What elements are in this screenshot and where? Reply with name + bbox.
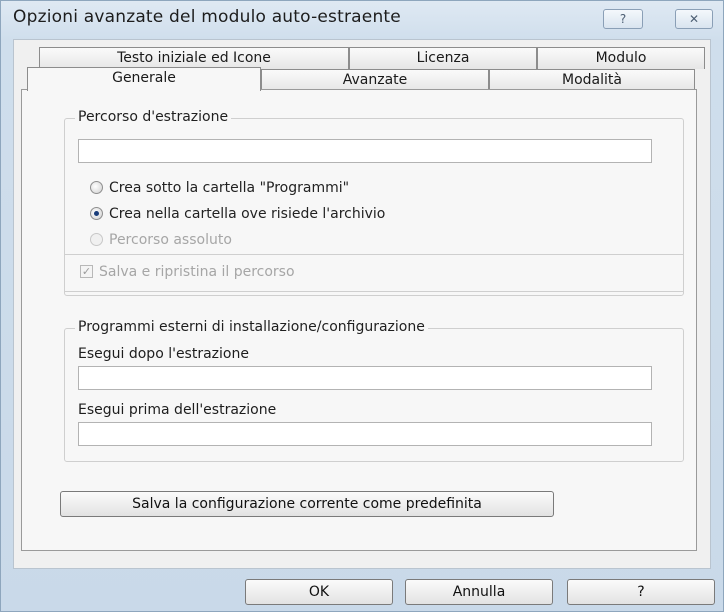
radio-programmi-label: Crea sotto la cartella "Programmi" (109, 180, 350, 196)
radio-archive-folder[interactable]: Crea nella cartella ove risiede l'archiv… (90, 204, 385, 224)
radio-absolute-path: Percorso assoluto (90, 230, 232, 250)
save-restore-checkbox: ✓ Salva e ripristina il percorso (80, 262, 295, 282)
extraction-path-input[interactable] (78, 139, 652, 163)
dialog-window: Opzioni avanzate del modulo auto-estraen… (0, 0, 724, 612)
radio-programmi[interactable]: Crea sotto la cartella "Programmi" (90, 178, 349, 198)
run-before-input[interactable] (78, 422, 652, 446)
help-title-button[interactable]: ? (603, 9, 643, 29)
close-button[interactable]: ✕ (675, 9, 713, 29)
run-before-label: Esegui prima dell'estrazione (78, 402, 277, 418)
radio-absolute-path-label: Percorso assoluto (109, 232, 232, 248)
radio-programmi-indicator[interactable] (90, 180, 103, 194)
window-title: Opzioni avanzate del modulo auto-estraen… (13, 7, 401, 27)
tab-panel-generale: Percorso d'estrazione Crea sotto la cart… (21, 89, 697, 551)
help-button[interactable]: ? (567, 579, 715, 605)
save-restore-check-icon: ✓ (80, 264, 93, 278)
save-default-button[interactable]: Salva la configurazione corrente come pr… (60, 491, 554, 517)
ok-button[interactable]: OK (245, 579, 393, 605)
tab-modalita[interactable]: Modalità (489, 69, 695, 91)
radio-absolute-path-indicator (90, 232, 103, 246)
tab-modulo[interactable]: Modulo (537, 47, 705, 69)
radio-archive-folder-indicator[interactable] (90, 206, 103, 220)
external-programs-label: Programmi esterni di installazione/confi… (75, 319, 428, 335)
tab-generale[interactable]: Generale (27, 67, 261, 91)
save-restore-label: Salva e ripristina il percorso (99, 264, 295, 280)
help-icon: ? (619, 12, 627, 26)
radio-archive-folder-label: Crea nella cartella ove risiede l'archiv… (109, 206, 386, 222)
tab-testo-iniziale[interactable]: Testo iniziale ed Icone (39, 47, 349, 69)
extraction-path-label: Percorso d'estrazione (75, 109, 232, 125)
tab-licenza[interactable]: Licenza (349, 47, 537, 69)
close-icon: ✕ (688, 12, 700, 26)
cancel-button[interactable]: Annulla (405, 579, 553, 605)
tab-avanzate[interactable]: Avanzate (261, 69, 489, 91)
run-after-input[interactable] (78, 366, 652, 390)
run-after-label: Esegui dopo l'estrazione (78, 346, 249, 362)
